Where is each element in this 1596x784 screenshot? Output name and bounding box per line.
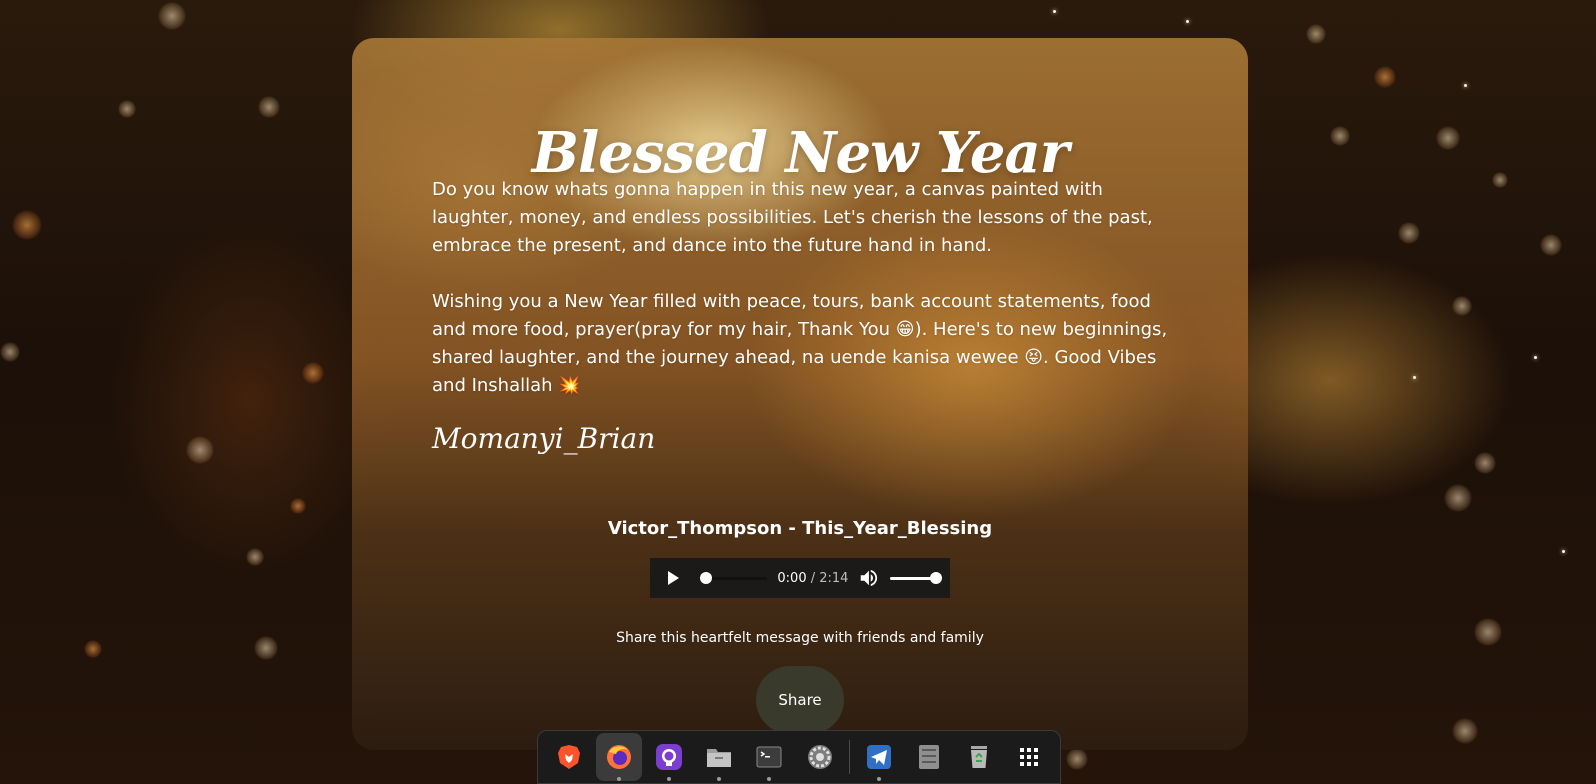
greeting-paragraph-1: Do you know whats gonna happen in this n…	[432, 179, 1153, 256]
play-button[interactable]	[662, 566, 686, 590]
greeting-paragraph-2: Wishing you a New Year filled with peace…	[432, 291, 1168, 396]
time-display: 0:00 / 2:14	[777, 571, 848, 586]
dock-item-trash[interactable]	[956, 733, 1002, 781]
dock-item-files[interactable]	[696, 733, 742, 781]
greeting-card: Blessed New Year Do you know whats gonna…	[352, 38, 1248, 750]
running-indicator	[617, 777, 622, 781]
dock-item-github[interactable]	[646, 733, 692, 781]
file-manager-icon	[707, 749, 732, 767]
running-indicator	[717, 777, 722, 781]
share-button[interactable]: Share	[756, 666, 844, 734]
dock-item-settings[interactable]	[797, 733, 843, 781]
settings-icon	[807, 745, 832, 769]
dock	[537, 730, 1061, 784]
running-indicator	[667, 777, 672, 781]
app-grid-icon	[1019, 748, 1038, 766]
dock-item-app-grid[interactable]	[1006, 733, 1052, 781]
dock-item-brave[interactable]	[546, 733, 592, 781]
brave-browser-icon	[558, 745, 581, 769]
dock-item-firefox[interactable]	[596, 733, 643, 781]
seek-slider[interactable]	[699, 570, 768, 586]
play-icon	[668, 571, 680, 585]
volume-thumb	[930, 572, 942, 584]
telegram-icon	[866, 745, 891, 769]
running-indicator	[767, 777, 772, 781]
terminal-icon	[756, 746, 782, 768]
seek-thumb	[699, 572, 712, 584]
dock-item-system-monitor[interactable]	[906, 733, 952, 781]
dock-item-terminal[interactable]	[746, 733, 792, 781]
running-indicator	[876, 777, 881, 781]
track-title: Victor_Thompson - This_Year_Blessing	[607, 518, 993, 539]
duration: / 2:14	[810, 570, 849, 586]
volume-slider[interactable]	[890, 570, 942, 586]
current-time: 0:00	[777, 570, 807, 586]
dock-item-telegram[interactable]	[856, 733, 902, 781]
signature: Momanyi_Brian	[432, 422, 656, 455]
volume-icon[interactable]	[858, 567, 880, 589]
share-prompt: Share this heartfelt message with friend…	[616, 630, 984, 646]
audio-player: 0:00 / 2:14	[650, 558, 950, 598]
system-monitor-icon	[918, 745, 939, 769]
trash-icon	[970, 746, 987, 768]
dock-separator	[848, 740, 850, 774]
github-desktop-icon	[656, 744, 683, 770]
firefox-icon	[607, 745, 632, 769]
